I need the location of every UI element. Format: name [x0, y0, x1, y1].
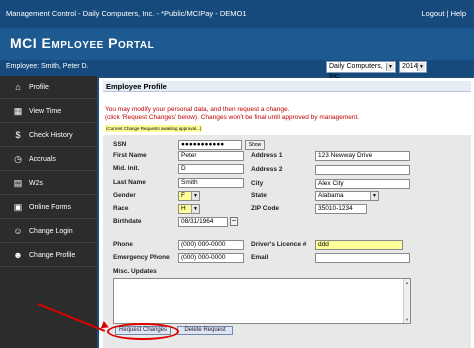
- misc-updates-label: Misc. Updates: [113, 268, 157, 275]
- delete-request-button[interactable]: Delete Request: [177, 326, 233, 335]
- phone-field[interactable]: (000) 000-0000: [178, 240, 244, 250]
- email-label: Email: [251, 254, 269, 261]
- show-ssn-button[interactable]: Show: [245, 140, 265, 150]
- race-value: H: [181, 205, 186, 212]
- sidebar-item-accruals[interactable]: ◷ Accruals: [0, 148, 97, 171]
- panel-title: Employee Profile: [106, 82, 167, 91]
- sidebar-item-label: W2s: [29, 180, 43, 187]
- home-icon: ⌂: [15, 82, 21, 92]
- chevron-down-icon: ▼: [370, 192, 378, 200]
- panel-header: Employee Profile: [103, 81, 471, 92]
- sidebar-item-profile[interactable]: ⌂ Profile: [0, 76, 97, 99]
- annotation-highlight-circle: [107, 323, 179, 340]
- sidebar-item-online-forms[interactable]: ▣ Online Forms: [0, 196, 97, 219]
- sidebar-item-label: Accruals: [29, 156, 56, 163]
- zip-field[interactable]: 35010-1234: [315, 204, 367, 214]
- link-separator: |: [446, 9, 449, 18]
- textarea-scrollbar[interactable]: ▲ ▼: [403, 279, 410, 323]
- emergency-phone-field[interactable]: (000) 000-0000: [178, 253, 244, 263]
- gender-value: F: [181, 192, 185, 199]
- sidebar-item-change-login[interactable]: ☺ Change Login: [0, 220, 97, 243]
- phone-label: Phone: [113, 241, 133, 248]
- year-select[interactable]: 2014 ▼: [399, 61, 427, 73]
- email-field[interactable]: [315, 253, 410, 263]
- address2-field[interactable]: [315, 165, 410, 175]
- gender-label: Gender: [113, 192, 136, 199]
- city-label: City: [251, 180, 264, 187]
- sidebar-item-view-time[interactable]: ▦ View Time: [0, 100, 97, 123]
- first-name-field[interactable]: Peter: [178, 151, 244, 161]
- license-field[interactable]: ddd: [315, 240, 403, 250]
- sidebar-item-label: Change Profile: [29, 252, 76, 259]
- birthdate-label: Birthdate: [113, 218, 142, 225]
- chevron-down-icon: ▼: [191, 205, 199, 213]
- year-select-value: 2014: [402, 63, 418, 70]
- calendar-icon[interactable]: [230, 217, 238, 226]
- info-message-2: (click 'Request Changes' below). Changes…: [105, 114, 360, 121]
- sidebar-item-w2s[interactable]: ▤ W2s: [0, 172, 97, 195]
- birthdate-field[interactable]: 08/31/1964: [178, 217, 228, 227]
- race-label: Race: [113, 205, 129, 212]
- chevron-down-icon: ▼: [386, 63, 394, 71]
- last-name-label: Last Name: [113, 179, 146, 186]
- gender-select[interactable]: F ▼: [178, 191, 200, 201]
- sidebar-item-change-profile[interactable]: ☻ Change Profile: [0, 244, 97, 267]
- profile-icon: ☻: [13, 250, 23, 260]
- main-panel: Employee Profile You may modify your per…: [99, 78, 474, 348]
- misc-updates-textarea[interactable]: ▲ ▼: [113, 278, 411, 324]
- sidebar-item-label: View Time: [29, 108, 62, 115]
- sidebar-item-label: Online Forms: [29, 204, 72, 211]
- user-bar: Employee: Smith, Peter D. Daily Computer…: [0, 60, 474, 80]
- header-links: Logout | Help: [421, 9, 466, 18]
- ssn-label: SSN: [113, 141, 127, 148]
- pending-requests-note: (Current Change Requests awaiting approv…: [105, 125, 203, 132]
- scroll-up-icon[interactable]: ▲: [405, 280, 409, 285]
- calendar-icon: ▦: [13, 106, 23, 116]
- sidebar-item-label: Check History: [29, 132, 73, 139]
- info-message-1: You may modify your personal data, and t…: [105, 106, 290, 113]
- first-name-label: First Name: [113, 152, 147, 159]
- mid-init-label: Mid. Init.: [113, 165, 140, 172]
- scroll-down-icon[interactable]: ▼: [405, 317, 409, 322]
- address2-label: Address 2: [251, 166, 283, 173]
- dollar-icon: $: [15, 130, 21, 140]
- employee-name: Employee: Smith, Peter D.: [6, 63, 89, 70]
- race-select[interactable]: H ▼: [178, 204, 200, 214]
- help-link[interactable]: Help: [451, 9, 466, 18]
- portal-header: MCI Employee Portal: [0, 28, 474, 60]
- title-bar: Management Control - Daily Computers, In…: [0, 0, 474, 28]
- address1-label: Address 1: [251, 152, 283, 159]
- emergency-phone-label: Emergency Phone: [113, 254, 170, 261]
- license-label: Driver's Licence #: [251, 241, 307, 248]
- portal-title: MCI Employee Portal: [10, 35, 155, 51]
- company-select[interactable]: Daily Computers, Inc. ▼: [326, 61, 396, 80]
- city-field[interactable]: Alex City: [315, 179, 410, 189]
- person-icon: ☺: [13, 226, 23, 236]
- form-icon: ▣: [13, 202, 23, 212]
- state-value: Alabama: [318, 192, 344, 199]
- address1-field[interactable]: 123 Newway Drive: [315, 151, 410, 161]
- sidebar-item-label: Change Login: [29, 228, 73, 235]
- last-name-field[interactable]: Smith: [178, 178, 244, 188]
- zip-label: ZIP Code: [251, 205, 280, 212]
- sidebar-item-label: Profile: [29, 84, 49, 91]
- chevron-down-icon: ▼: [191, 192, 199, 200]
- app-window: Management Control - Daily Computers, In…: [0, 0, 474, 348]
- window-title: Management Control - Daily Computers, In…: [6, 9, 247, 18]
- state-label: State: [251, 192, 267, 199]
- chevron-down-icon: ▼: [417, 63, 425, 71]
- sidebar-item-check-history[interactable]: $ Check History: [0, 124, 97, 147]
- logout-link[interactable]: Logout: [421, 9, 444, 18]
- clock-icon: ◷: [14, 154, 22, 164]
- mid-init-field[interactable]: D: [178, 164, 244, 174]
- document-icon: ▤: [13, 178, 23, 188]
- state-select[interactable]: Alabama ▼: [315, 191, 379, 201]
- ssn-field[interactable]: ●●●●●●●●●●●: [178, 140, 242, 150]
